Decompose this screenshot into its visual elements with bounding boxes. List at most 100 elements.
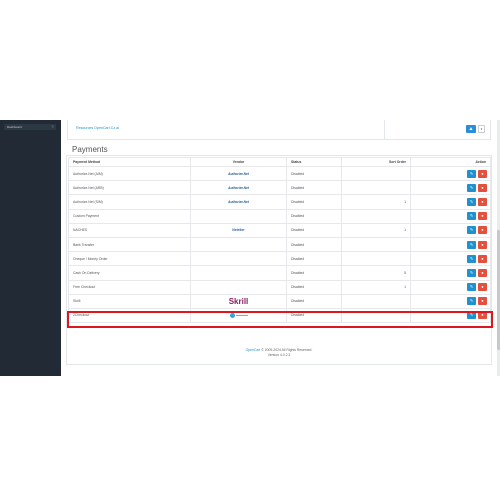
table-row: Free Checkout Disabled 1 ✎ ● xyxy=(68,279,491,295)
sort-order-cell: 1 xyxy=(341,279,411,295)
vendor-cell: Neteller xyxy=(190,222,287,238)
table-row: Skrill Skrill Disabled ✎ ● xyxy=(68,293,491,309)
status-cell: Disabled xyxy=(286,293,342,309)
vendor-cell: Authorize.Net xyxy=(190,165,287,182)
payment-method-cell: Authorize.Net (SIM) xyxy=(68,194,191,210)
authorize-net-logo: Authorize.Net xyxy=(228,199,249,204)
edit-button[interactable]: ✎ xyxy=(467,169,476,178)
edit-button[interactable]: ✎ xyxy=(467,283,476,292)
highlight-box xyxy=(67,311,493,328)
table-header-row: Payment Method Vendor Status Sort Order … xyxy=(68,157,491,167)
divider xyxy=(384,120,385,139)
footer-version: Version 4.0.2.3 xyxy=(267,353,291,357)
edit-button[interactable]: ✎ xyxy=(467,183,476,192)
edit-button[interactable]: ✎ xyxy=(467,226,476,235)
payment-method-cell: Free Checkout xyxy=(68,279,191,295)
skrill-logo: Skrill xyxy=(228,296,249,306)
edit-button[interactable]: ✎ xyxy=(467,268,476,277)
edit-button[interactable]: ✎ xyxy=(467,254,476,263)
uninstall-button[interactable]: ● xyxy=(478,283,487,292)
status-cell: Disabled xyxy=(286,165,342,182)
uninstall-button[interactable]: ● xyxy=(478,240,487,249)
sidebar-item-dashboard[interactable]: Dashboard ≡ xyxy=(4,124,56,130)
payment-method-cell: Skrill xyxy=(68,293,191,309)
table-row: Authorize.Net (SIM) Authorize.Net Disabled… xyxy=(68,194,491,210)
table-row: Custom Payment Disabled ✎ ● xyxy=(68,208,491,224)
action-cell: ✎ ● xyxy=(410,180,491,196)
edit-button[interactable]: ✎ xyxy=(467,212,476,221)
sidebar-item-label: Dashboard xyxy=(7,125,22,129)
action-cell: ✎ ● xyxy=(410,265,491,281)
sort-order-cell xyxy=(341,293,411,309)
vendor-cell xyxy=(190,265,287,281)
table-row: NACHES Neteller Disabled 1 ✎ ● xyxy=(68,222,491,238)
payment-method-cell: Authorize.Net (ARB) xyxy=(68,180,191,196)
column-header-status[interactable]: Status xyxy=(286,157,342,167)
sort-order-cell: 5 xyxy=(341,265,411,281)
action-cell: ✎ ● xyxy=(410,236,491,253)
action-cell: ✎ ● xyxy=(410,165,491,182)
action-cell: ✎ ● xyxy=(410,194,491,210)
top-panel: Resources OpenCart.Cz.ai ▲ ▾ xyxy=(67,120,491,140)
column-header-action: Action xyxy=(410,157,491,167)
uninstall-button[interactable]: ● xyxy=(478,268,487,277)
payment-method-cell: Cheque / Money Order xyxy=(68,251,191,267)
status-cell: Disabled xyxy=(286,265,342,281)
payment-method-cell: Custom Payment xyxy=(68,208,191,224)
status-cell: Disabled xyxy=(286,180,342,196)
vendor-cell xyxy=(190,236,287,253)
sort-order-cell xyxy=(341,251,411,267)
action-cell: ✎ ● xyxy=(410,293,491,309)
vendor-cell xyxy=(190,279,287,295)
resources-link[interactable]: Resources OpenCart.Cz.ai xyxy=(76,126,119,130)
footer: OpenCart © 2009-2024 All Rights Reserved… xyxy=(61,348,497,358)
page-title: Payments xyxy=(72,145,108,154)
footer-brand-link[interactable]: OpenCart xyxy=(246,348,261,352)
uninstall-button[interactable]: ● xyxy=(478,254,487,263)
uninstall-button[interactable]: ● xyxy=(478,297,487,306)
vendor-cell: Skrill xyxy=(190,293,287,309)
table-row: Bank Transfer Disabled ✎ ● xyxy=(68,236,491,253)
table-row: Cheque / Money Order Disabled ✎ ● xyxy=(68,251,491,267)
menu-icon: ≡ xyxy=(51,124,54,129)
sort-order-cell xyxy=(341,180,411,196)
uninstall-button[interactable]: ● xyxy=(478,212,487,221)
edit-button[interactable]: ✎ xyxy=(467,297,476,306)
sidebar: Dashboard ≡ xyxy=(0,120,61,376)
action-cell: ✎ ● xyxy=(410,208,491,224)
vendor-cell xyxy=(190,251,287,267)
vendor-cell: Authorize.Net xyxy=(190,194,287,210)
status-cell: Disabled xyxy=(286,222,342,238)
status-cell: Disabled xyxy=(286,208,342,224)
neteller-logo: Neteller xyxy=(232,228,245,233)
uninstall-button[interactable]: ● xyxy=(478,183,487,192)
status-cell: Disabled xyxy=(286,279,342,295)
sort-order-cell xyxy=(341,236,411,253)
edit-button[interactable]: ✎ xyxy=(467,197,476,206)
status-cell: Disabled xyxy=(286,251,342,267)
action-cell: ✎ ● xyxy=(410,251,491,267)
edit-button[interactable]: ✎ xyxy=(467,240,476,249)
column-header-sort-order[interactable]: Sort Order xyxy=(341,157,411,167)
action-cell: ✎ ● xyxy=(410,222,491,238)
payments-table: Payment Method Vendor Status Sort Order … xyxy=(68,157,491,324)
status-cell: Disabled xyxy=(286,194,342,210)
uninstall-button[interactable]: ● xyxy=(478,226,487,235)
authorize-net-logo: Authorize.Net xyxy=(228,185,249,190)
column-header-method[interactable]: Payment Method xyxy=(68,157,191,167)
payment-method-cell: Bank Transfer xyxy=(68,236,191,253)
table-row: Cash On Delivery Disabled 5 ✎ ● xyxy=(68,265,491,281)
sort-order-cell xyxy=(341,165,411,182)
uninstall-button[interactable]: ● xyxy=(478,197,487,206)
column-header-vendor: Vendor xyxy=(190,157,287,167)
dropdown-button[interactable]: ▾ xyxy=(478,125,485,133)
table-row: Authorize.Net (AIM) Authorize.Net Disabled… xyxy=(68,165,491,182)
sort-order-cell: 1 xyxy=(341,194,411,210)
vendor-cell xyxy=(190,208,287,224)
payment-method-cell: Cash On Delivery xyxy=(68,265,191,281)
uninstall-button[interactable]: ● xyxy=(478,169,487,178)
vendor-cell: Authorize.Net xyxy=(190,180,287,196)
upload-button[interactable]: ▲ xyxy=(466,125,476,133)
footer-copyright: © 2009-2024 All Rights Reserved. xyxy=(260,348,313,352)
sort-order-cell: 1 xyxy=(341,222,411,238)
